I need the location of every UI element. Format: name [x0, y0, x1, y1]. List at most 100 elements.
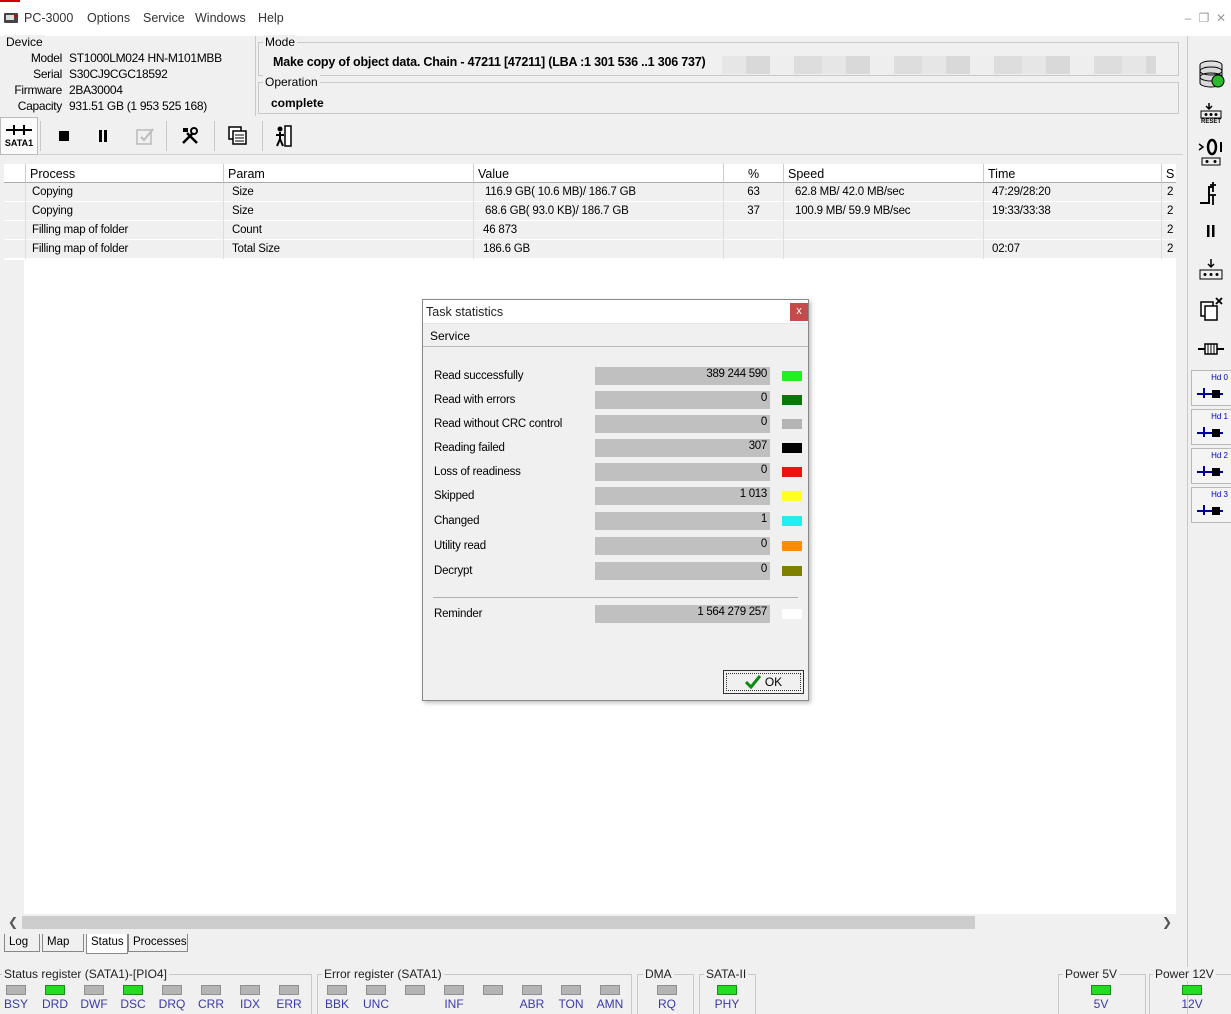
close-icon[interactable]: ✕: [1215, 12, 1227, 24]
check-disk-button[interactable]: [128, 117, 162, 155]
table-row[interactable]: Copying Size 68.6 GB( 93.0 KB)/ 186.7 GB…: [4, 202, 1176, 221]
hd1-button[interactable]: Hd 1: [1191, 409, 1231, 445]
stat-color-swatch: [782, 467, 802, 477]
port-button[interactable]: SATA1: [0, 117, 38, 155]
scroll-left-icon[interactable]: ❮: [8, 915, 18, 929]
led-label: BBK: [324, 997, 349, 1011]
copy-close-button[interactable]: [1194, 292, 1228, 326]
model-value: ST1000LM024 HN-M101MBB: [69, 51, 222, 65]
cell-time: 19:33/33:38: [984, 202, 1162, 221]
led-label: BSY: [3, 997, 28, 1011]
hd-port-icon: [1197, 388, 1223, 398]
stat-color-swatch: [782, 443, 802, 453]
dma-title: DMA: [643, 967, 674, 981]
dialog-close-button[interactable]: x: [790, 303, 808, 321]
copy-windows-button[interactable]: [222, 117, 254, 155]
table-header-time[interactable]: Time: [984, 164, 1162, 183]
led-dsc: [123, 985, 143, 995]
cell-process: Filling map of folder: [26, 240, 224, 259]
table-header-value[interactable]: Value: [474, 164, 724, 183]
stat-row: Decrypt 0: [434, 562, 804, 580]
table-header-param[interactable]: Param: [224, 164, 474, 183]
hd0-button[interactable]: Hd 0: [1191, 370, 1231, 406]
led-bsy: [6, 985, 26, 995]
stat-value: 1: [760, 513, 767, 525]
table-row[interactable]: Filling map of folder Total Size 186.6 G…: [4, 240, 1176, 259]
tab-log[interactable]: Log: [4, 934, 40, 952]
horizontal-scrollbar[interactable]: ❮ ❯: [4, 914, 1176, 931]
stat-value-field: 0: [595, 562, 770, 580]
stat-value-field: 1 013: [595, 487, 770, 505]
menu-windows[interactable]: Windows: [195, 11, 246, 25]
cell-param: Total Size: [224, 240, 474, 259]
stop-icon: [59, 131, 69, 141]
tab-processes[interactable]: Processes: [128, 934, 188, 952]
tools-button[interactable]: [174, 117, 206, 155]
firmware-value: 2BA30004: [69, 83, 123, 97]
toolbar-separator: [40, 121, 41, 151]
scroll-right-icon[interactable]: ❯: [1162, 915, 1172, 929]
cell-value: 68.6 GB( 93.0 KB)/ 186.7 GB: [474, 202, 724, 221]
tab-map[interactable]: Map: [42, 934, 84, 952]
tab-status[interactable]: Status: [86, 934, 128, 954]
exit-button[interactable]: [268, 117, 298, 155]
connector-button[interactable]: [1194, 332, 1228, 366]
dialog-title: Task statistics: [426, 305, 504, 319]
hd2-button[interactable]: Hd 2: [1191, 448, 1231, 484]
mode-value: Make copy of object data. Chain - 47211 …: [273, 55, 706, 69]
restore-icon[interactable]: ❐: [1198, 12, 1210, 24]
probe-button[interactable]: [1194, 176, 1228, 210]
stat-label: Read successfully: [434, 370, 524, 382]
menu-service[interactable]: Service: [143, 11, 185, 25]
hd3-button[interactable]: Hd 3: [1191, 487, 1231, 523]
led-dwf: [84, 985, 104, 995]
cell-time: 47:29/28:20: [984, 183, 1162, 202]
menu-options[interactable]: Options: [87, 11, 130, 25]
dialog-separator: [433, 597, 798, 598]
stat-label: Utility read: [434, 540, 486, 552]
menu-help[interactable]: Help: [258, 11, 284, 25]
power-switch-button[interactable]: [1194, 136, 1228, 170]
cell-process: Copying: [26, 183, 224, 202]
hd3-label: Hd 3: [1211, 490, 1228, 499]
power-switch-icon: [1198, 138, 1222, 166]
disk-stack-button[interactable]: [1194, 56, 1228, 90]
toolbar: SATA1: [0, 117, 1183, 155]
led-label: IDX: [239, 997, 260, 1011]
ok-button[interactable]: OK: [723, 670, 804, 694]
table-row[interactable]: Copying Size 116.9 GB( 10.6 MB)/ 186.7 G…: [4, 183, 1176, 202]
table-header-s[interactable]: S: [1162, 164, 1176, 183]
pause-side-button[interactable]: [1194, 214, 1228, 248]
dialog-titlebar[interactable]: Task statistics x: [423, 300, 808, 324]
operation-group: [258, 82, 1179, 114]
reset-button[interactable]: RESET: [1194, 96, 1228, 130]
cell-time: 02:07: [984, 240, 1162, 259]
cell-speed: 100.9 MB/ 59.9 MB/sec: [784, 202, 984, 221]
stat-value-field: 0: [595, 463, 770, 481]
stat-color-swatch: [782, 371, 802, 381]
table-header-process[interactable]: Process: [26, 164, 224, 183]
minimize-icon[interactable]: –: [1182, 12, 1194, 24]
cell-s: 2: [1167, 186, 1174, 198]
cell-s: 2: [1167, 243, 1174, 255]
scroll-thumb[interactable]: [22, 916, 975, 929]
probe-icon: [1200, 182, 1216, 205]
stat-value-field: 1: [595, 512, 770, 530]
led-5v: [1091, 985, 1111, 995]
table-header-corner: [4, 164, 26, 183]
stat-value: 0: [760, 464, 767, 476]
reset-icon: [1200, 103, 1222, 119]
cell-value: 116.9 GB( 10.6 MB)/ 186.7 GB: [474, 183, 724, 202]
led-label: AMN: [596, 997, 624, 1011]
process-table: Process Param Value % Speed Time S Copyi…: [4, 164, 1176, 260]
dialog-section-title: Service: [430, 329, 471, 343]
table-header-percent[interactable]: %: [724, 164, 784, 183]
table-header-speed[interactable]: Speed: [784, 164, 984, 183]
stop-button[interactable]: [48, 117, 80, 155]
stat-value-field: 389 244 590: [595, 367, 770, 385]
chip-button[interactable]: [1194, 252, 1228, 286]
led-label: CRR: [198, 997, 224, 1011]
reminder-value: 1 564 279 257: [697, 606, 767, 618]
pause-button[interactable]: [88, 117, 118, 155]
table-row[interactable]: Filling map of folder Count 46 873 2: [4, 221, 1176, 240]
